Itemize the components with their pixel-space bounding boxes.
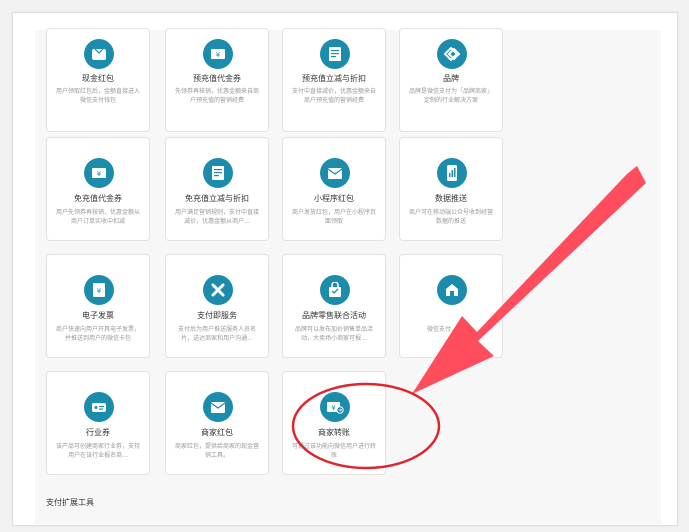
discount-icon	[203, 158, 233, 188]
card-desc: 用户领取红包后，金额直接进入微信支付钱包	[55, 88, 140, 104]
card-desc: 支付中直接减价，优惠金额来自商户预充值的营销经费	[291, 88, 376, 104]
card-prepaid-discount[interactable]: 预充值立减与折扣 支付中直接减价，优惠金额来自商户预充值的营销经费	[282, 28, 386, 132]
right-panel	[515, 30, 661, 524]
card-merchant-transfer[interactable]: ¥ 商家转账 可通过该功能向微信用户进行转账	[282, 371, 386, 475]
card-title: 商家转账	[318, 428, 350, 437]
brand-icon	[437, 39, 467, 69]
card-desc: 微信支付…一条…	[426, 326, 475, 333]
card-brand[interactable]: 品牌 品牌是微信支付为「品牌商家」定制的行业解决方案	[399, 28, 503, 132]
envelope-icon	[203, 392, 233, 422]
card-title: 预充值代金券	[193, 74, 241, 83]
card-title: 小程序红包	[314, 194, 354, 203]
card-data-push[interactable]: 数据推送 商户可在移动端公众号收到经营数据的推送	[399, 137, 503, 241]
svg-text:¥: ¥	[97, 287, 102, 295]
card-desc: 商户可在移动端公众号收到经营数据的推送	[408, 209, 493, 225]
discount-icon	[320, 39, 350, 69]
card-title: 支付即服务	[197, 311, 237, 320]
card-miniprogram-red-packet[interactable]: 小程序红包 商户发放红包，用户在小程序页面领取	[282, 137, 386, 241]
card-desc: 用户先领券再核销，优惠金额从商户订单实收中扣减	[55, 209, 140, 225]
card-title: 免充值代金券	[74, 194, 122, 203]
svg-text:¥: ¥	[331, 404, 336, 412]
data-push-icon	[437, 158, 467, 188]
card-title: 数据推送	[435, 194, 467, 203]
card-desc: 可通过该功能向微信用户进行转账	[291, 443, 376, 459]
card-title: 预充值立减与折扣	[302, 74, 366, 83]
card-desc: 支付后为用户推送服务人员名片，送达商家和用户沟通...	[177, 326, 256, 342]
card-merchant-red-packet[interactable]: 商家红包 商家红包，提供给商家的现金营销工具。	[165, 371, 269, 475]
card-desc: 先领券再核销，优惠金额来自商户预充值的营销经费	[174, 88, 259, 104]
transfer-icon: ¥	[320, 392, 350, 422]
card-free-coupon[interactable]: ¥ 免充值代金券 用户先领券再核销，优惠金额从商户订单实收中扣减	[46, 137, 150, 241]
coupon-icon: ¥	[203, 39, 233, 69]
industry-coupon-icon	[84, 392, 114, 422]
card-free-discount[interactable]: 免充值立减与折扣 用户满足营销规则，支付中直接减价，优惠金额从商户...	[165, 137, 269, 241]
card-title: 品牌零售联合活动	[302, 311, 366, 320]
store-icon	[437, 275, 467, 305]
card-desc: 商户快速向用户开具电子发票，并推送到用户的微信卡包	[55, 326, 140, 342]
card-prepaid-coupon[interactable]: ¥ 预充值代金券 先领券再核销，优惠金额来自商户预充值的营销经费	[165, 28, 269, 132]
wallet-icon	[84, 39, 114, 69]
card-brand-retail[interactable]: 品牌零售联合活动 品牌可以发布加价销售单品活动，大卖场小商家可报...	[282, 254, 386, 358]
card-title: 行业券	[86, 428, 110, 437]
section-heading-pay-extensions: 支付扩展工具	[46, 498, 94, 507]
card-desc: 商家红包，提供给商家的现金营销工具。	[174, 443, 259, 459]
svg-text:¥: ¥	[97, 170, 102, 178]
card-industry-coupon[interactable]: 行业券 该产品可创建商家行业券，支持用户在该行业报名商...	[46, 371, 150, 475]
envelope-icon	[320, 158, 350, 188]
card-title: 品牌	[443, 74, 459, 83]
card-e-invoice[interactable]: ¥ 电子发票 商户快速向用户开具电子发票，并推送到用户的微信卡包	[46, 254, 150, 358]
card-cash-red-packet[interactable]: 现金红包 用户领取红包后，金额直接进入微信支付钱包	[46, 28, 150, 132]
card-desc: 品牌是微信支付为「品牌商家」定制的行业解决方案	[408, 88, 493, 104]
card-desc: 用户满足营销规则，支付中直接减价，优惠金额从商户...	[174, 209, 259, 225]
service-icon	[203, 275, 233, 305]
card-title: 现金红包	[82, 74, 114, 83]
coupon-icon: ¥	[84, 158, 114, 188]
card-desc: 商户发放红包，用户在小程序页面领取	[291, 209, 376, 225]
card-store[interactable]: 微信支付…一条…	[399, 254, 503, 358]
svg-text:¥: ¥	[216, 51, 221, 59]
card-title: 免充值立减与折扣	[185, 194, 249, 203]
card-desc: 品牌可以发布加价销售单品活动，大卖场小商家可报...	[294, 326, 373, 342]
card-title: 电子发票	[82, 311, 114, 320]
card-desc: 该产品可创建商家行业券，支持用户在该行业报名商...	[55, 443, 140, 459]
invoice-icon: ¥	[84, 275, 114, 305]
card-title: 商家红包	[201, 428, 233, 437]
retail-bag-icon	[320, 275, 350, 305]
card-pay-service[interactable]: 支付即服务 支付后为用户推送服务人员名片，送达商家和用户沟通...	[165, 254, 269, 358]
